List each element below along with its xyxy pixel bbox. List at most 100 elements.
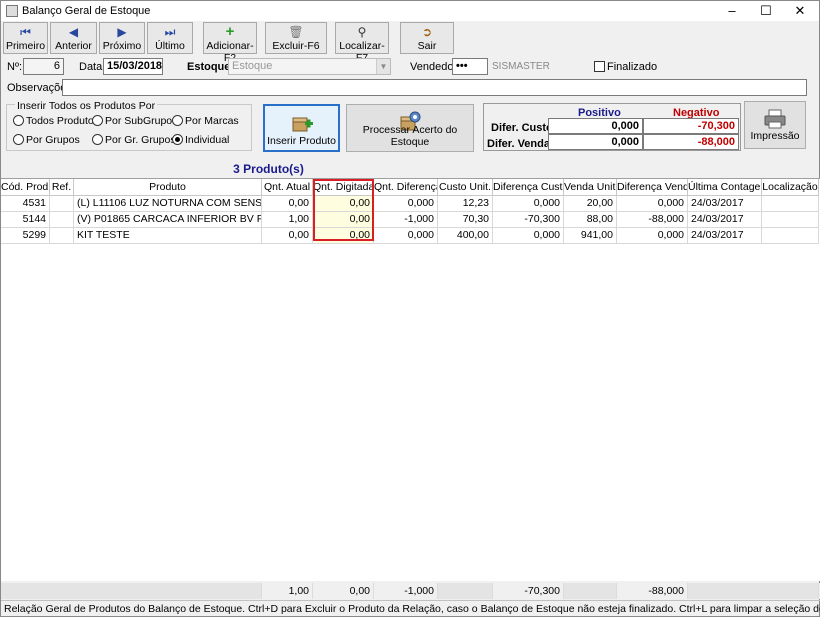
- cell-produto[interactable]: (V) P01865 CARCACA INFERIOR BV PTS/ PT /…: [74, 212, 262, 228]
- col-header-produto[interactable]: Produto: [74, 179, 262, 196]
- insert-group-title: Inserir Todos os Produtos Por: [15, 100, 158, 112]
- vendedor-name: SISMASTER: [492, 61, 550, 72]
- cell-qnt-diferenca[interactable]: 0,000: [374, 196, 438, 212]
- difer-custo-positivo: 0,000: [548, 118, 643, 134]
- chevron-down-icon[interactable]: ▼: [376, 59, 390, 74]
- title-bar: Balanço Geral de Estoque – ☐ ✕: [1, 1, 819, 21]
- last-icon: ⏭: [164, 25, 176, 39]
- cell-venda-unit[interactable]: 88,00: [564, 212, 617, 228]
- cell-cod-prod[interactable]: 5144: [1, 212, 50, 228]
- col-header-ref[interactable]: Ref.: [50, 179, 74, 196]
- col-header-diferenca-venda[interactable]: Diferença Venda: [617, 179, 688, 196]
- observacoes-field[interactable]: [62, 79, 807, 96]
- adicionar-button[interactable]: + Adicionar-F2: [203, 22, 257, 64]
- cell-localizacao[interactable]: [762, 196, 819, 212]
- cell-qnt-diferenca[interactable]: -1,000: [374, 212, 438, 228]
- numero-field[interactable]: 6: [23, 58, 64, 75]
- anterior-label: Anterior: [55, 40, 92, 52]
- estoque-select[interactable]: Estoque ▼: [228, 58, 391, 75]
- difer-venda-negativo: -88,000: [643, 134, 739, 150]
- maximize-button[interactable]: ☐: [749, 1, 783, 21]
- previous-icon: ◀: [68, 25, 79, 39]
- cell-qnt-digitada[interactable]: 0,00: [313, 228, 374, 244]
- box-add-icon: [292, 117, 313, 132]
- col-header-localizacao[interactable]: Localização: [762, 179, 819, 196]
- localizar-button[interactable]: ⚲ Localizar-F7: [335, 22, 389, 64]
- close-button[interactable]: ✕: [783, 1, 817, 21]
- cell-custo-unit[interactable]: 12,23: [438, 196, 493, 212]
- radio-por-gr-grupos[interactable]: [92, 134, 103, 145]
- cell-diferenca-custo[interactable]: 0,000: [493, 228, 564, 244]
- finalizado-checkbox[interactable]: [594, 61, 605, 72]
- radio-individual[interactable]: [172, 134, 183, 145]
- app-icon: [6, 5, 18, 17]
- cell-diferenca-venda[interactable]: 0,000: [617, 196, 688, 212]
- radio-individual-label: Individual: [185, 134, 230, 146]
- cell-diferenca-custo[interactable]: -70,300: [493, 212, 564, 228]
- radio-por-grupos-label: Por Grupos: [26, 134, 80, 146]
- status-bar: Relação Geral de Produtos do Balanço de …: [1, 600, 820, 617]
- cell-localizacao[interactable]: [762, 228, 819, 244]
- radio-por-subgrupos[interactable]: [92, 115, 103, 126]
- cell-custo-unit[interactable]: 400,00: [438, 228, 493, 244]
- cell-custo-unit[interactable]: 70,30: [438, 212, 493, 228]
- cell-venda-unit[interactable]: 20,00: [564, 196, 617, 212]
- total-diferenca-venda: -88,000: [617, 583, 688, 599]
- cell-produto[interactable]: (L) L11106 LUZ NOTURNA COM SENSOR DE PRE: [74, 196, 262, 212]
- radio-por-grupos[interactable]: [13, 134, 24, 145]
- cell-venda-unit[interactable]: 941,00: [564, 228, 617, 244]
- cell-qnt-digitada[interactable]: 0,00: [313, 212, 374, 228]
- cell-produto[interactable]: KIT TESTE: [74, 228, 262, 244]
- ultimo-button[interactable]: ⏭ Último: [147, 22, 193, 54]
- cell-cod-prod[interactable]: 5299: [1, 228, 50, 244]
- cell-diferenca-venda[interactable]: -88,000: [617, 212, 688, 228]
- inserir-produto-button[interactable]: Inserir Produto: [263, 104, 340, 152]
- anterior-button[interactable]: ◀ Anterior: [50, 22, 97, 54]
- data-field[interactable]: 15/03/2018: [103, 58, 163, 75]
- vendedor-field[interactable]: •••: [452, 58, 488, 75]
- cell-qnt-diferenca[interactable]: 0,000: [374, 228, 438, 244]
- sair-label: Sair: [417, 40, 437, 52]
- col-header-qnt-digitada[interactable]: Qnt. Digitada: [313, 179, 374, 196]
- products-grid[interactable]: Cód. Prod. Ref. Produto Qnt. Atual Qnt. …: [1, 178, 820, 581]
- primeiro-button[interactable]: ⏮ Primeiro: [3, 22, 48, 54]
- radio-todos-produtos[interactable]: [13, 115, 24, 126]
- estoque-label: Estoque:: [187, 61, 235, 73]
- cell-localizacao[interactable]: [762, 212, 819, 228]
- cell-ref[interactable]: [50, 212, 74, 228]
- impressao-button[interactable]: Impressão: [744, 101, 806, 149]
- col-header-qnt-diferenca[interactable]: Qnt. Diferença: [374, 179, 438, 196]
- processar-acerto-button[interactable]: Processar Acerto do Estoque: [346, 104, 474, 152]
- cell-qnt-atual[interactable]: 1,00: [262, 212, 313, 228]
- cell-ultima-contagem[interactable]: 24/03/2017: [688, 228, 762, 244]
- sair-button[interactable]: ➲ Sair: [400, 22, 454, 54]
- radio-todos-produtos-label: Todos Produtos: [26, 115, 99, 127]
- excluir-button[interactable]: 🗑 Excluir-F6: [265, 22, 327, 54]
- total-spacer: [1, 583, 262, 599]
- col-header-custo-unit[interactable]: Custo Unit.: [438, 179, 493, 196]
- cell-qnt-atual[interactable]: 0,00: [262, 228, 313, 244]
- product-count: 3 Produto(s): [233, 162, 304, 176]
- cell-qnt-digitada[interactable]: 0,00: [313, 196, 374, 212]
- col-header-diferenca-custo[interactable]: Diferença Custo: [493, 179, 564, 196]
- cell-ref[interactable]: [50, 196, 74, 212]
- cell-cod-prod[interactable]: 4531: [1, 196, 50, 212]
- cell-ultima-contagem[interactable]: 24/03/2017: [688, 196, 762, 212]
- cell-ref[interactable]: [50, 228, 74, 244]
- radio-por-marcas[interactable]: [172, 115, 183, 126]
- col-header-ultima-contagem[interactable]: Última Contagem: [688, 179, 762, 196]
- totals-row: 1,00 0,00 -1,000 -70,300 -88,000: [1, 583, 820, 599]
- proximo-button[interactable]: ▶ Próximo: [99, 22, 145, 54]
- col-header-qnt-atual[interactable]: Qnt. Atual: [262, 179, 313, 196]
- minimize-button[interactable]: –: [715, 1, 749, 21]
- primeiro-label: Primeiro: [5, 40, 46, 52]
- exit-door-icon: ➲: [421, 25, 433, 39]
- cell-diferenca-custo[interactable]: 0,000: [493, 196, 564, 212]
- col-header-venda-unit[interactable]: Venda Unit.: [564, 179, 617, 196]
- col-header-cod-prod[interactable]: Cód. Prod.: [1, 179, 50, 196]
- cell-qnt-atual[interactable]: 0,00: [262, 196, 313, 212]
- cell-ultima-contagem[interactable]: 24/03/2017: [688, 212, 762, 228]
- estoque-value: Estoque: [232, 60, 273, 72]
- cell-diferenca-venda[interactable]: 0,000: [617, 228, 688, 244]
- window-title: Balanço Geral de Estoque: [22, 5, 151, 17]
